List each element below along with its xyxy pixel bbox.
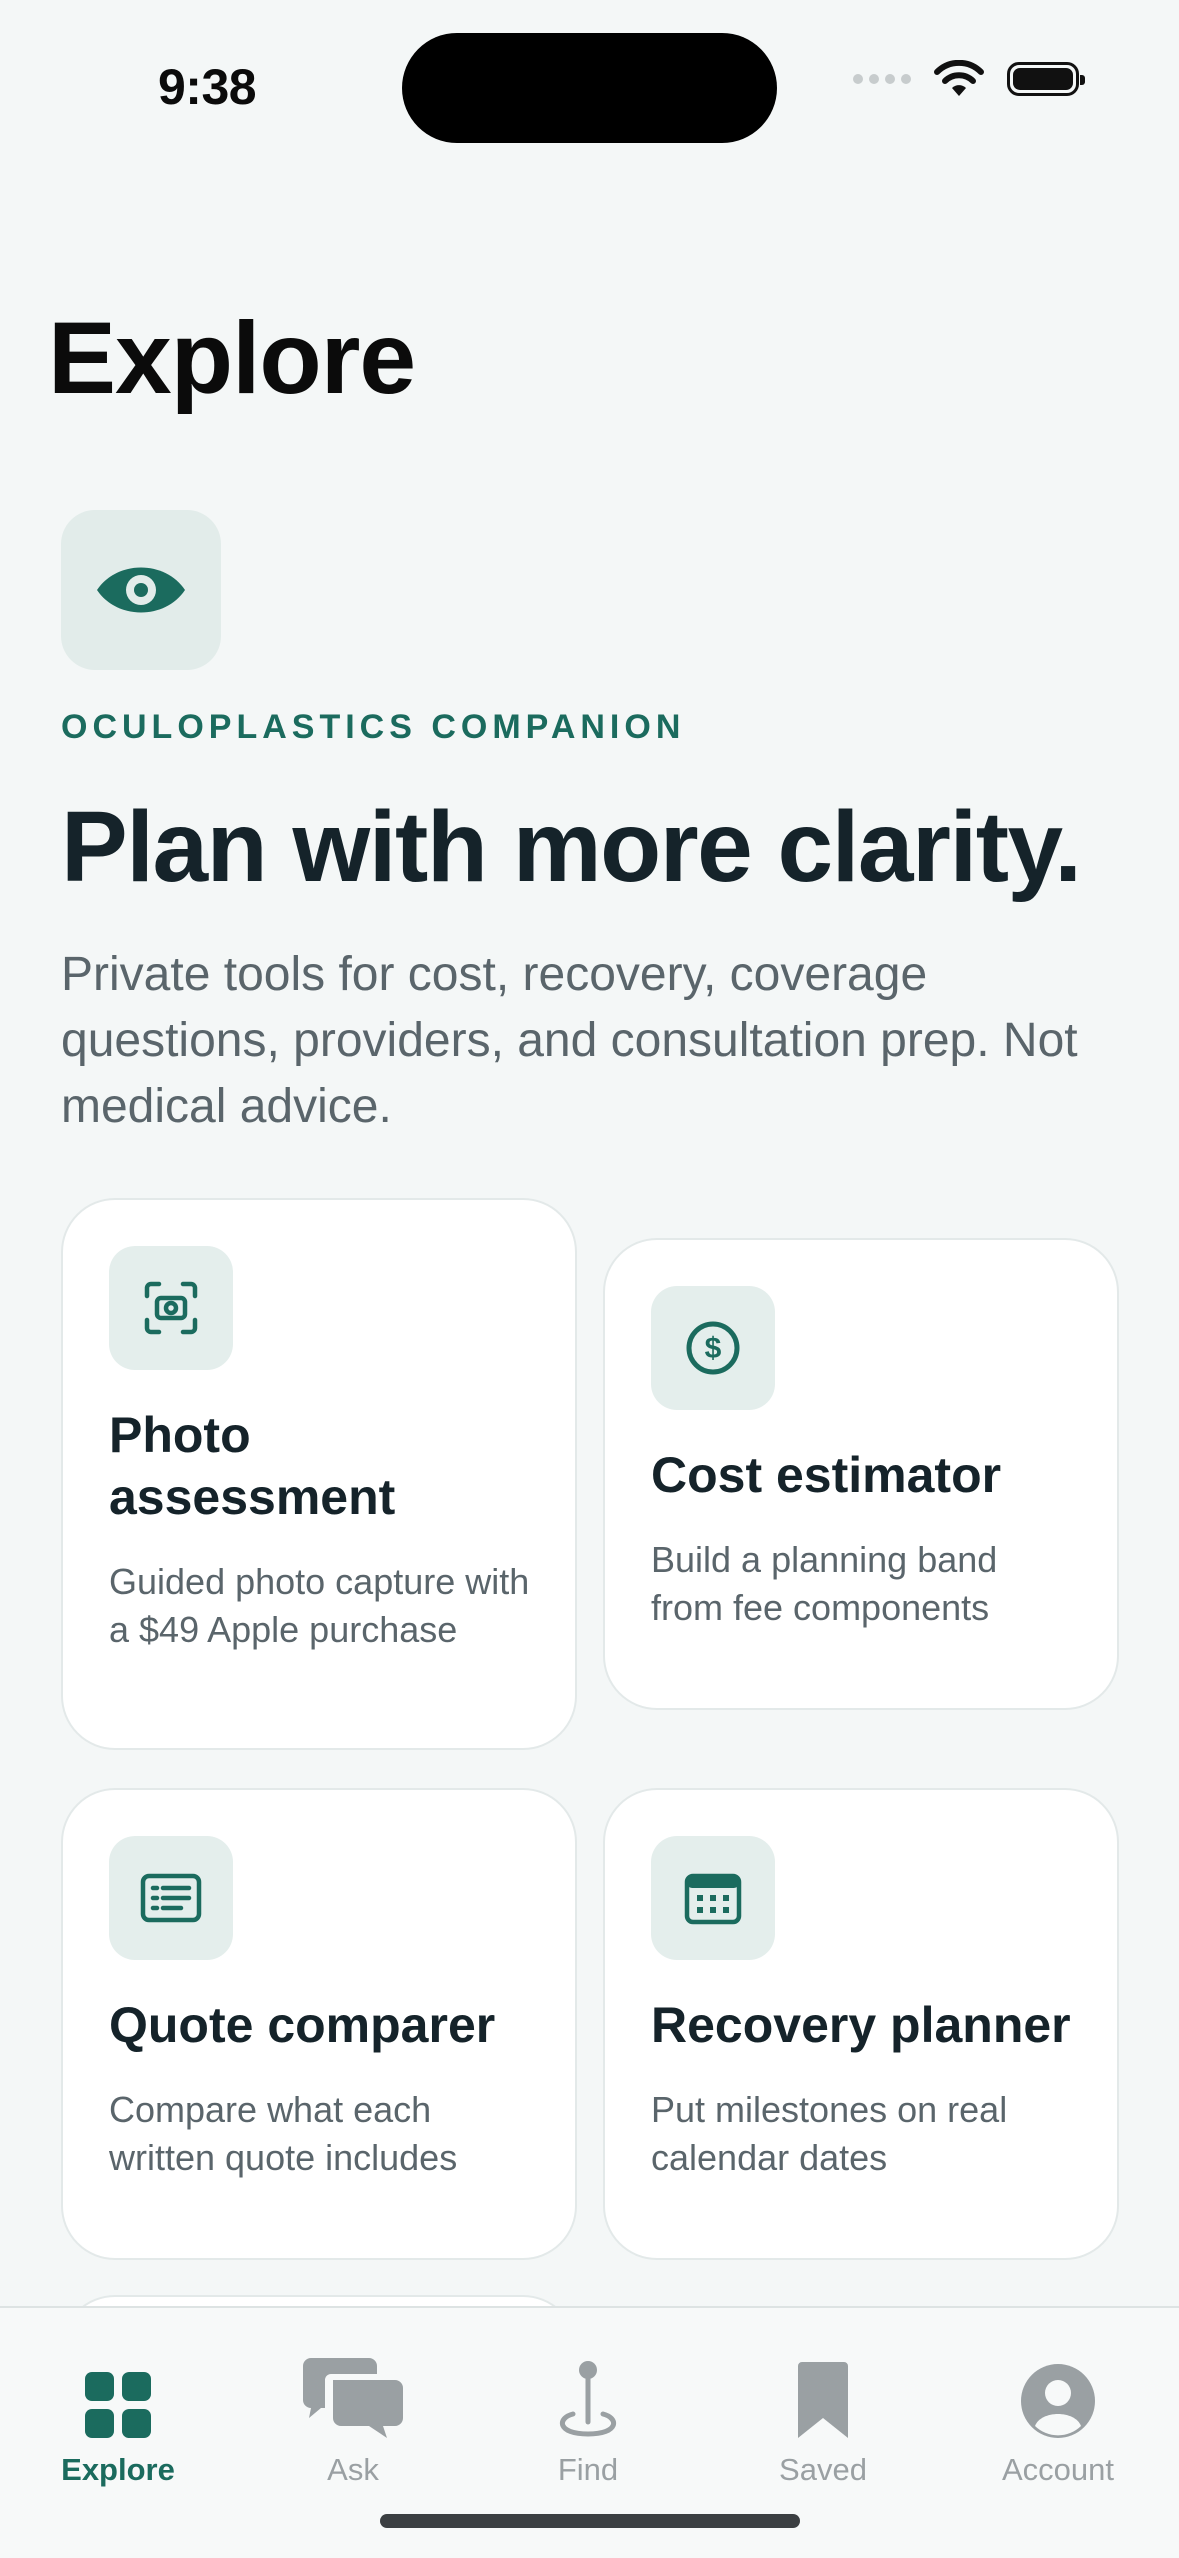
document-list-icon [140,1873,202,1923]
map-pin-icon [560,2361,616,2437]
page-title: Explore [48,301,416,415]
status-time: 9:38 [158,59,257,115]
svg-text:$: $ [705,1332,722,1365]
card-recovery-planner[interactable]: Recovery planner Put milestones on real … [603,1788,1119,2260]
card-title: Quote comparer [109,1997,496,2053]
tab-explore[interactable]: Explore [18,2328,218,2488]
camera-scan-icon [144,1281,198,1335]
card-icon-tile: $ [651,1286,775,1410]
calendar-icon [684,1873,742,1925]
grid-icon [85,2372,151,2438]
tab-ask[interactable]: Ask [253,2328,453,2488]
card-description: Compare what each written quote includes [109,2089,458,2178]
card-description: Build a planning band from fee component… [651,1539,998,1628]
card-description: Put milestones on real calendar dates [651,2089,1008,2178]
hero-subtext: Private tools for cost, recovery, covera… [61,948,1078,1133]
tab-label: Saved [779,2452,867,2487]
tab-label: Ask [327,2452,379,2487]
card-photo-assessment[interactable]: Photo assessment Guided photo capture wi… [61,1198,577,1750]
dollar-circle-icon: $ [686,1321,740,1375]
card-title: Photo assessment [109,1407,396,1525]
card-quote-comparer[interactable]: Quote comparer Compare what each written… [61,1788,577,2260]
tab-label: Find [557,2452,619,2487]
card-icon-tile [651,1836,775,1960]
tab-label: Explore [61,2452,175,2487]
status-indicators [853,60,1085,98]
app-eyebrow: OCULOPLASTICS COMPANION [61,708,686,746]
bookmark-icon [798,2362,848,2438]
tab-account[interactable]: Account [958,2328,1158,2488]
tab-label: Account [1001,2452,1114,2487]
card-title: Cost estimator [651,1447,1002,1503]
home-indicator[interactable] [380,2514,800,2528]
battery-icon [1007,62,1085,96]
tab-find[interactable]: Find [488,2328,688,2488]
chat-bubbles-icon [303,2358,403,2438]
card-icon-tile [109,1836,233,1960]
card-description: Guided photo capture with a $49 Apple pu… [109,1561,530,1650]
app-logo [61,510,221,670]
cellular-signal-icon [853,74,911,84]
card-title: Recovery planner [651,1997,1071,2053]
hero-headline: Plan with more clarity. [61,791,1082,903]
eye-icon [97,567,185,613]
person-circle-icon [1021,2364,1095,2438]
card-cost-estimator[interactable]: $ Cost estimator Build a planning band f… [603,1238,1119,1710]
card-icon-tile [109,1246,233,1370]
wifi-icon [934,60,984,96]
tab-saved[interactable]: Saved [723,2328,923,2488]
dynamic-island [402,33,777,143]
